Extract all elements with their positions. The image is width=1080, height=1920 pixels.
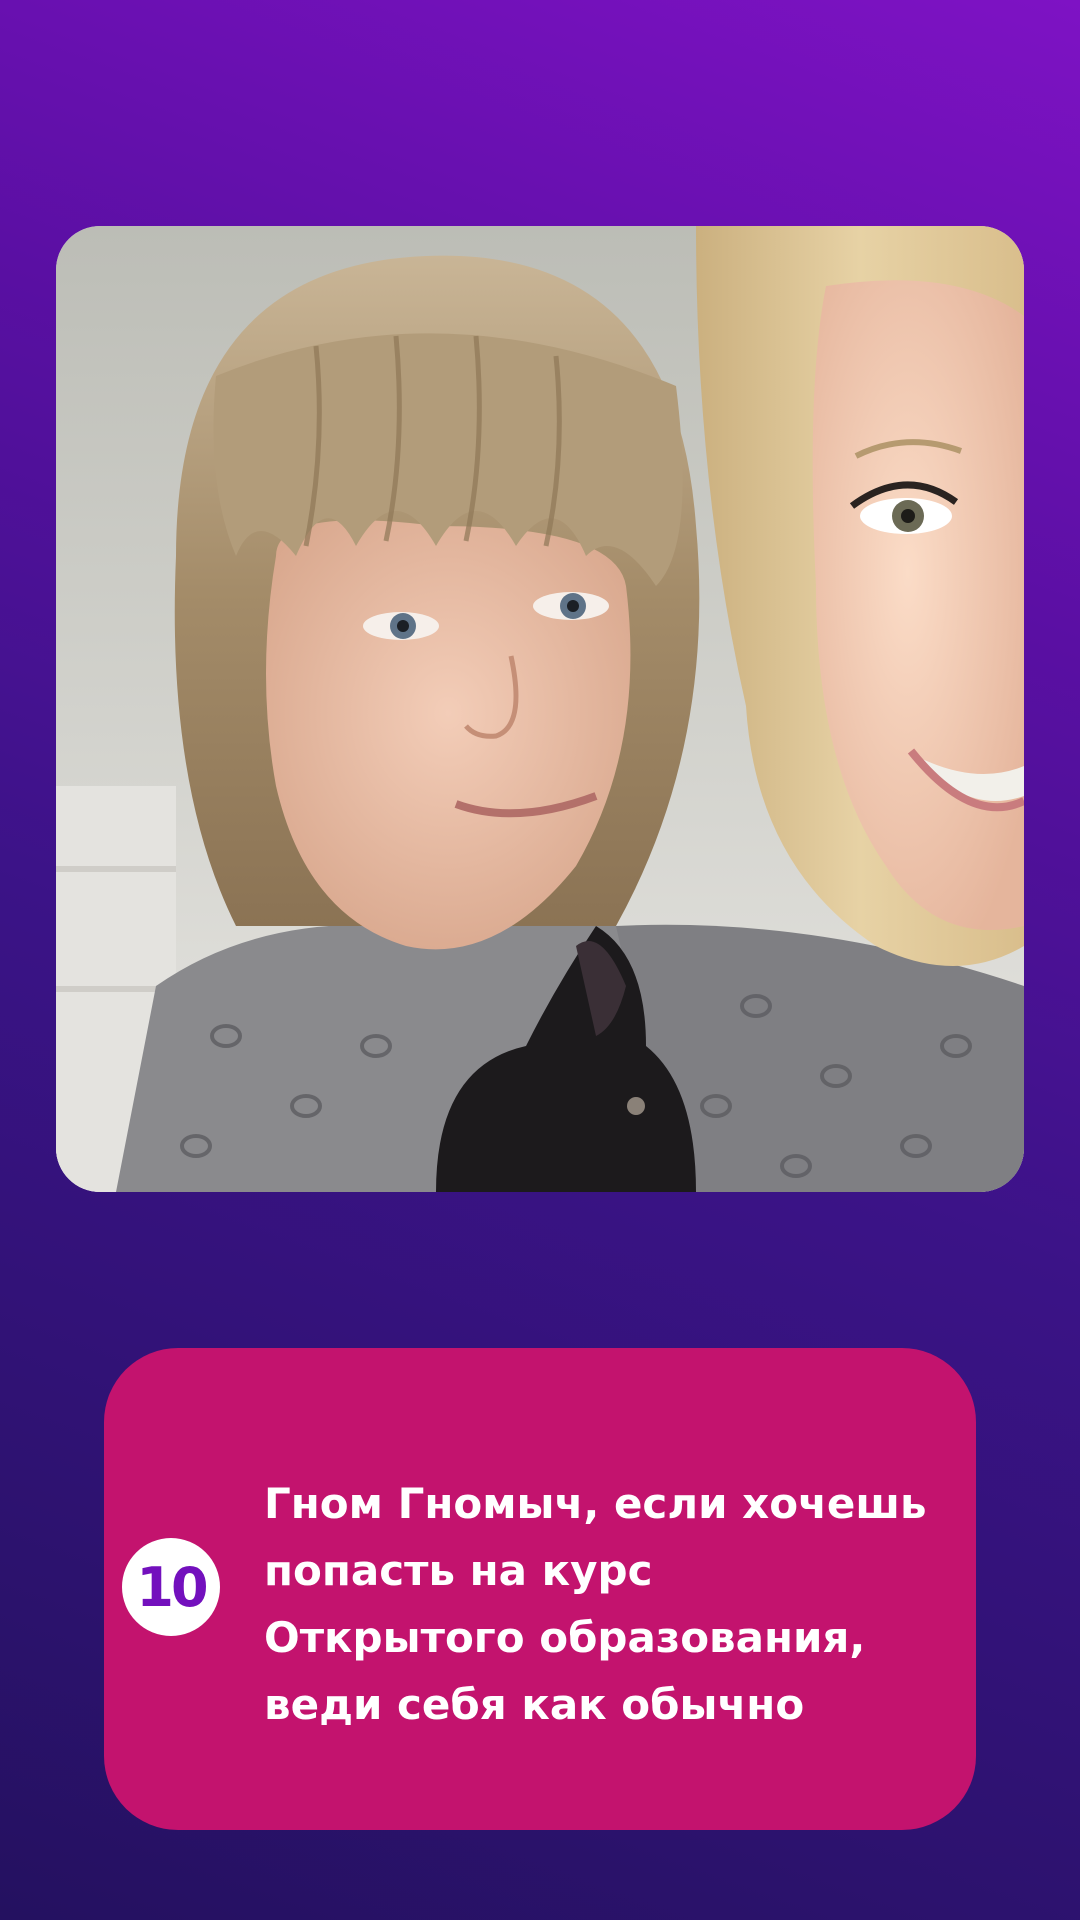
number-badge-label: 10 [136,1555,208,1619]
number-badge: 10 [122,1538,220,1636]
caption-text: Гном Гномыч, если хочешь попасть на курс… [264,1470,954,1738]
caption-line-2: попасть на курс [264,1546,653,1595]
photo-card [56,226,1024,1192]
caption-line-3: Открытого образования, [264,1613,866,1662]
caption-line-4: веди себя как обычно [264,1680,805,1729]
photo-image [56,226,1024,1192]
caption-card: 10 Гном Гномыч, если хочешь попасть на к… [104,1348,976,1830]
caption-line-1: Гном Гномыч, если хочешь [264,1479,927,1528]
